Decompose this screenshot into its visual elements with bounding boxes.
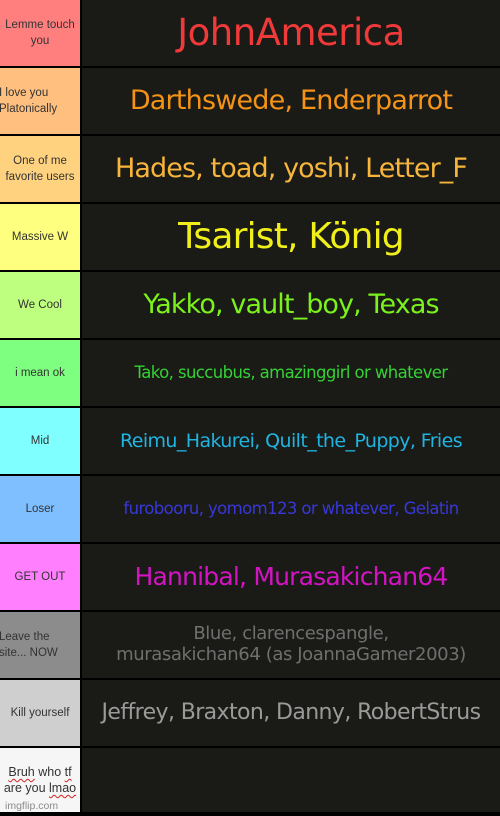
tier-content: JohnAmerica	[82, 0, 500, 66]
tier-label-text: Mid	[30, 435, 50, 447]
tier-members: Darthswede, Enderparrot	[129, 85, 453, 117]
tier-content: Tako, succubus, amazinggirl or whatever	[82, 340, 500, 406]
tier-row: GET OUT Hannibal, Murasakichan64	[0, 544, 500, 610]
tier-list: Lemme touch you JohnAmerica I love you P…	[0, 0, 500, 816]
tier-label-text: I love you Platonically	[0, 85, 57, 117]
tier-content: Jeffrey, Braxton, Danny, RobertStrus	[82, 680, 500, 746]
tier-label: Bruh who tf are you lmao imgflip.com	[0, 748, 82, 812]
tier-label-text: One of me favorite users	[5, 153, 74, 185]
tier-label: GET OUT	[0, 544, 82, 610]
tier-members: furobooru, yomom123 or whatever, Gelatin	[123, 498, 459, 518]
tier-row: Massive W Tsarist, König	[0, 204, 500, 270]
tier-members: Reimu_Hakurei, Quilt_the_Puppy, Fries	[119, 429, 463, 452]
tier-label-line: Lemme touch	[5, 19, 75, 31]
tier-row: Mid Reimu_Hakurei, Quilt_the_Puppy, Frie…	[0, 408, 500, 474]
tier-content: Hades, toad, yoshi, Letter_F	[82, 136, 500, 202]
tier-label-line: site... NOW	[0, 647, 58, 659]
tier-label: i mean ok	[0, 340, 82, 406]
tier-members-line: Blue, clarencespangle,	[193, 623, 389, 645]
tier-row: We Cool Yakko, vault_boy, Texas	[0, 272, 500, 338]
tier-label-line: I love you	[0, 87, 49, 99]
tier-label-word: who	[34, 765, 65, 779]
tier-members: Tako, succubus, amazinggirl or whatever	[134, 362, 449, 382]
watermark: imgflip.com	[5, 800, 59, 812]
tier-members: Yakko, vault_boy, Texas	[143, 289, 439, 321]
tier-label-word: lmao	[49, 781, 77, 795]
tier-content: Tsarist, König	[82, 204, 500, 270]
tier-label-text: Leave the site... NOW	[0, 629, 58, 661]
tier-content: Reimu_Hakurei, Quilt_the_Puppy, Fries	[82, 408, 500, 474]
tier-label-text: i mean ok	[15, 367, 65, 379]
tier-label-text: Loser	[25, 503, 55, 515]
tier-members: JohnAmerica	[177, 10, 405, 54]
tier-label: Loser	[0, 476, 82, 542]
tier-row: I love you Platonically Darthswede, Ende…	[0, 68, 500, 134]
tier-content: Hannibal, Murasakichan64	[82, 544, 500, 610]
tier-row: i mean ok Tako, succubus, amazinggirl or…	[0, 340, 500, 406]
tier-label-text: Massive W	[11, 231, 69, 243]
tier-label: One of me favorite users	[0, 136, 82, 202]
tier-label-word: tf	[64, 765, 72, 779]
tier-label-text: GET OUT	[14, 571, 66, 583]
tier-content: furobooru, yomom123 or whatever, Gelatin	[82, 476, 500, 542]
tier-label-text: Bruh who tf are you lmao	[4, 764, 76, 796]
tier-label: We Cool	[0, 272, 82, 338]
tier-label-line: favorite users	[5, 171, 75, 183]
tier-label-line: Leave the	[0, 631, 50, 643]
tier-label-text: Kill yourself	[10, 707, 70, 719]
tier-label: I love you Platonically	[0, 68, 82, 134]
tier-row: Kill yourself Jeffrey, Braxton, Danny, R…	[0, 680, 500, 746]
tier-content: Blue, clarencespangle, murasakichan64 (a…	[82, 612, 500, 678]
tier-label: Leave the site... NOW	[0, 612, 82, 678]
tier-members-line: murasakichan64 (as JoannaGamer2003)	[116, 644, 466, 665]
tier-members: Tsarist, König	[178, 216, 405, 258]
tier-content: Yakko, vault_boy, Texas	[82, 272, 500, 338]
tier-row: Leave the site... NOW Blue, clarencespan…	[0, 612, 500, 678]
tier-members: Hades, toad, yoshi, Letter_F	[114, 153, 468, 185]
tier-row: One of me favorite users Hades, toad, yo…	[0, 136, 500, 202]
tier-label-word: Bruh	[8, 765, 35, 779]
tier-label-line: you	[30, 35, 50, 47]
tier-label: Kill yourself	[0, 680, 82, 746]
tier-label: Massive W	[0, 204, 82, 270]
tier-members: Hannibal, Murasakichan64	[134, 562, 449, 592]
tier-label-text: We Cool	[18, 299, 62, 311]
tier-content	[82, 748, 500, 812]
tier-label: Mid	[0, 408, 82, 474]
tier-label-word: are you	[3, 781, 50, 795]
tier-label-text: Lemme touch you	[5, 17, 75, 49]
tier-row: Lemme touch you JohnAmerica	[0, 0, 500, 66]
tier-label: Lemme touch you	[0, 0, 82, 66]
tier-content: Darthswede, Enderparrot	[82, 68, 500, 134]
tier-label-line: Platonically	[0, 103, 58, 115]
tier-label-line: One of me	[13, 155, 67, 167]
tier-row: Bruh who tf are you lmao imgflip.com	[0, 748, 500, 812]
tier-row: Loser furobooru, yomom123 or whatever, G…	[0, 476, 500, 542]
tier-members: Jeffrey, Braxton, Danny, RobertStrus	[101, 699, 482, 725]
